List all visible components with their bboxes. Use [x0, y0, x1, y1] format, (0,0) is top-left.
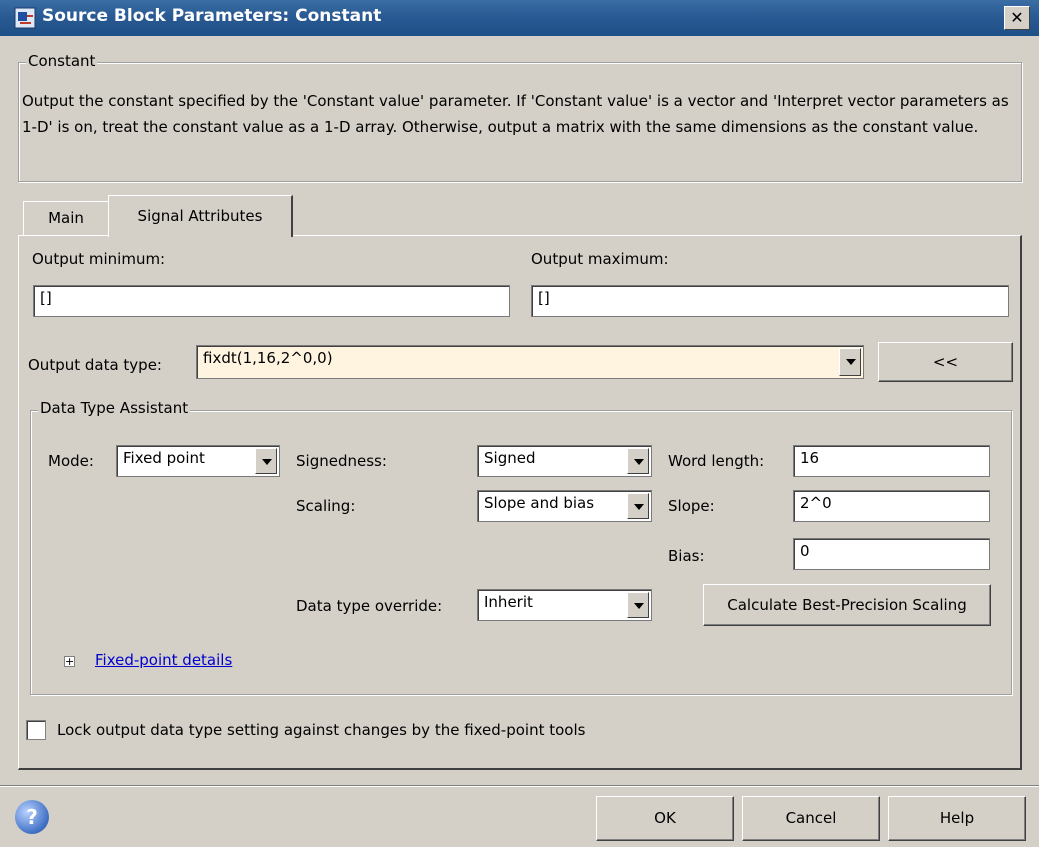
footer-separator [0, 785, 1039, 787]
word-length-label: Word length: [668, 452, 765, 470]
signedness-label: Signedness: [296, 452, 387, 470]
mode-select[interactable]: Fixed point [116, 445, 280, 477]
chevron-down-icon[interactable] [255, 448, 277, 474]
chevron-down-icon[interactable] [627, 448, 649, 474]
tab-main[interactable]: Main [23, 201, 109, 235]
scaling-value: Slope and bias [484, 494, 595, 512]
data-type-override-value: Inherit [484, 593, 533, 611]
fixed-point-details-link[interactable]: Fixed-point details [95, 651, 232, 669]
tab-signal-attributes[interactable]: Signal Attributes [108, 195, 293, 237]
bias-label: Bias: [668, 547, 705, 565]
output-maximum-label: Output maximum: [531, 250, 669, 268]
mode-label: Mode: [48, 452, 94, 470]
expand-plus-icon[interactable]: + [64, 656, 75, 667]
bias-input[interactable]: 0 [793, 538, 990, 570]
output-minimum-input[interactable]: [] [33, 285, 510, 317]
word-length-input[interactable]: 16 [793, 445, 990, 477]
signedness-value: Signed [484, 449, 536, 467]
simulink-block-icon [14, 7, 36, 29]
calculate-best-precision-scaling-button[interactable]: Calculate Best-Precision Scaling [703, 584, 991, 626]
data-type-override-select[interactable]: Inherit [477, 589, 652, 621]
window-title: Source Block Parameters: Constant [42, 6, 382, 26]
output-data-type-label: Output data type: [28, 356, 162, 374]
chevron-down-icon[interactable] [627, 592, 649, 618]
title-bar[interactable]: Source Block Parameters: Constant ✕ [0, 0, 1039, 36]
output-minimum-label: Output minimum: [32, 250, 166, 268]
signedness-select[interactable]: Signed [477, 445, 652, 477]
output-data-type-value: fixdt(1,16,2^0,0) [203, 349, 333, 367]
slope-input[interactable]: 2^0 [793, 490, 990, 522]
output-maximum-input[interactable]: [] [531, 285, 1009, 317]
data-type-assistant-legend: Data Type Assistant [38, 399, 191, 417]
scaling-select[interactable]: Slope and bias [477, 490, 652, 522]
output-data-type-select[interactable]: fixdt(1,16,2^0,0) [196, 345, 864, 379]
ok-button[interactable]: OK [596, 796, 734, 841]
lock-data-type-checkbox[interactable] [26, 720, 46, 740]
close-icon: ✕ [1010, 8, 1024, 27]
scaling-label: Scaling: [296, 497, 356, 515]
close-button[interactable]: ✕ [1004, 6, 1030, 30]
slope-label: Slope: [668, 497, 715, 515]
lock-data-type-label: Lock output data type setting against ch… [57, 721, 586, 739]
assistant-toggle-button[interactable]: << [878, 342, 1013, 382]
chevron-down-icon[interactable] [839, 348, 861, 376]
description-legend: Constant [26, 52, 98, 70]
mode-value: Fixed point [123, 449, 205, 467]
cancel-button[interactable]: Cancel [742, 796, 880, 841]
description-text: Output the constant specified by the 'Co… [22, 92, 1009, 136]
help-question-icon[interactable]: ? [15, 800, 49, 834]
chevron-down-icon[interactable] [627, 493, 649, 519]
data-type-override-label: Data type override: [296, 597, 443, 615]
help-button[interactable]: Help [888, 796, 1026, 841]
